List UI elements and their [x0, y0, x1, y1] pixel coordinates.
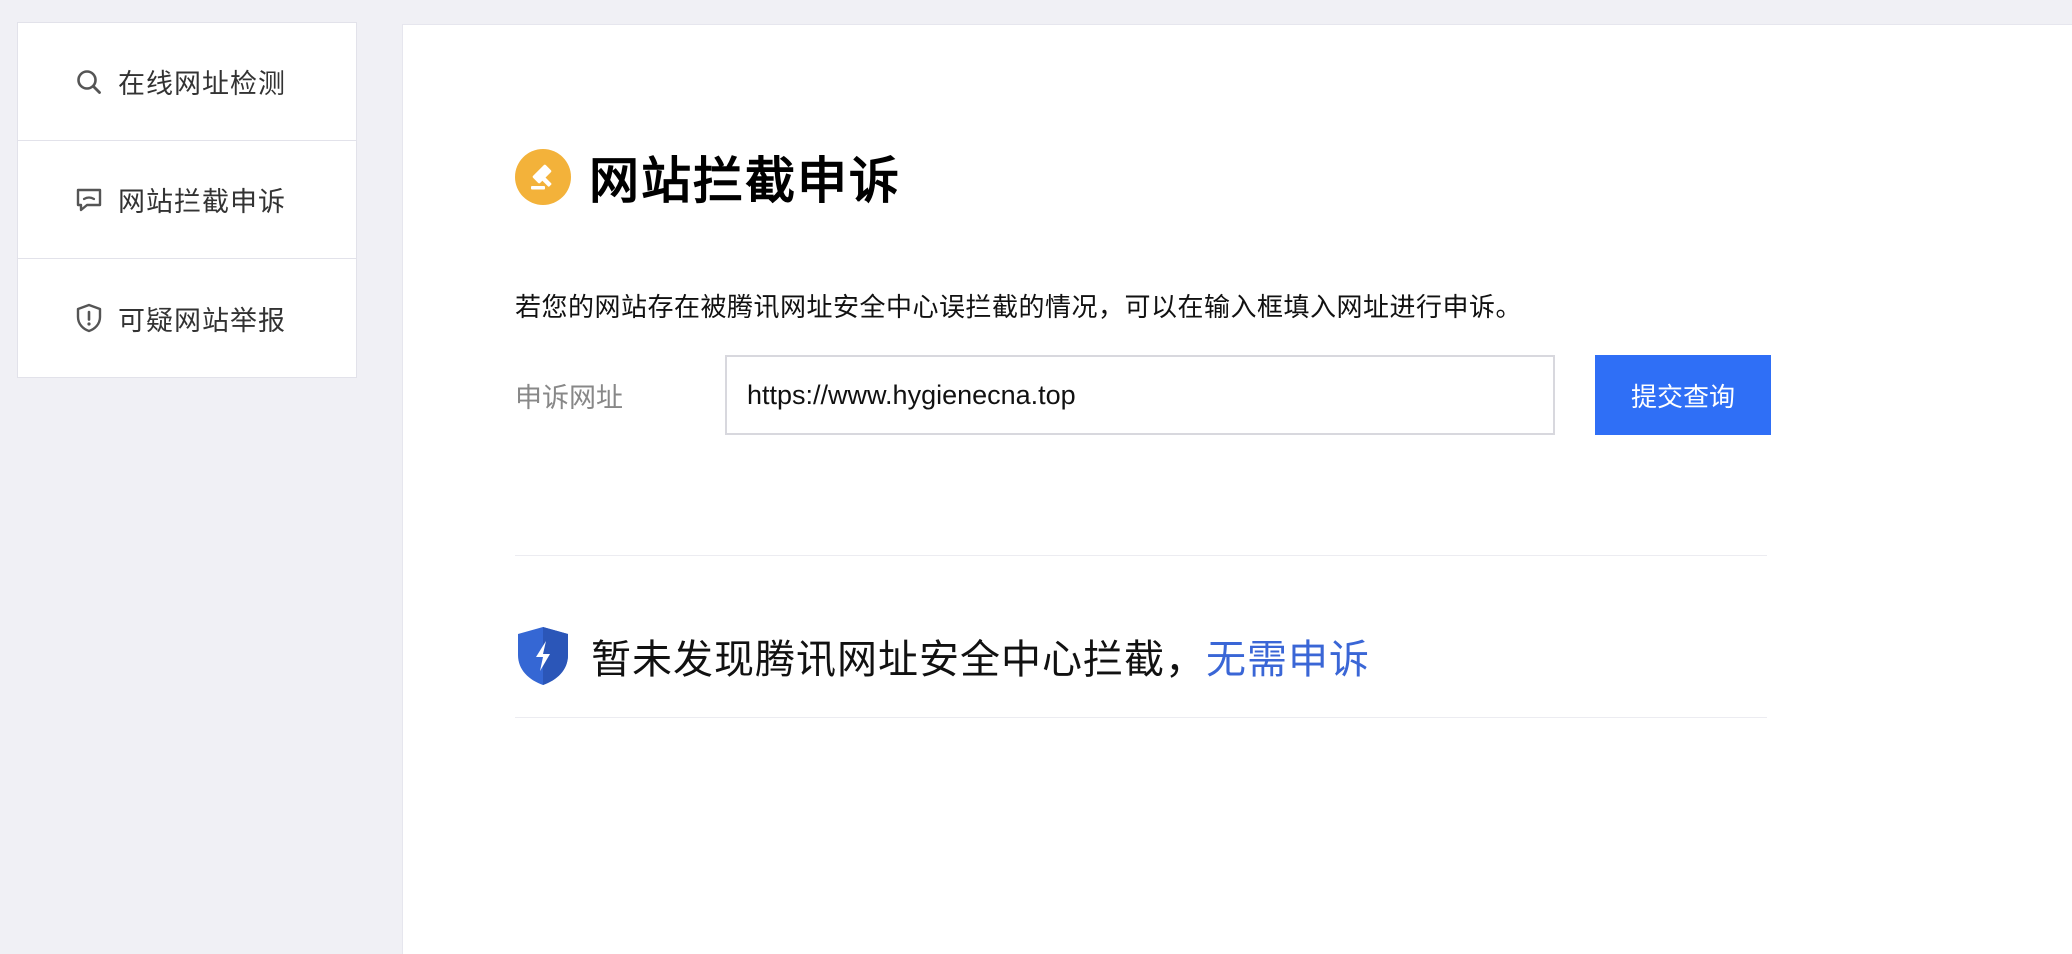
divider: [515, 555, 1767, 556]
sidebar-item-report[interactable]: 可疑网站举报: [18, 259, 356, 377]
sidebar-item-url-check[interactable]: 在线网址检测: [18, 23, 356, 141]
chat-bubble-icon: [72, 183, 106, 217]
sidebar-item-label: 在线网址检测: [118, 69, 286, 100]
main-panel: 网站拦截申诉 若您的网站存在被腾讯网址安全中心误拦截的情况，可以在输入框填入网址…: [402, 24, 2072, 954]
shield-alert-icon: [72, 301, 106, 335]
sidebar-item-label: 可疑网站举报: [118, 305, 286, 337]
page-title: 网站拦截申诉: [589, 152, 901, 210]
submit-query-button[interactable]: 提交查询: [1595, 355, 1771, 435]
appeal-form: 申诉网址 提交查询: [515, 355, 1771, 435]
appeal-url-input[interactable]: [725, 355, 1555, 435]
result-message: 暂未发现腾讯网址安全中心拦截， 无需申诉: [515, 625, 1370, 687]
sidebar-nav: 在线网址检测 网站拦截申诉 可疑网站举报: [17, 22, 357, 378]
sidebar-item-label: 网站拦截申诉: [118, 187, 286, 218]
search-icon: [72, 65, 106, 99]
page-header: 网站拦截申诉: [515, 141, 901, 213]
page-description: 若您的网站存在被腾讯网址安全中心误拦截的情况，可以在输入框填入网址进行申诉。: [515, 293, 1523, 323]
no-appeal-needed-link[interactable]: 无需申诉: [1206, 627, 1370, 685]
result-text: 暂未发现腾讯网址安全中心拦截，: [591, 637, 1206, 683]
sidebar-item-appeal[interactable]: 网站拦截申诉: [18, 141, 356, 259]
url-field-label: 申诉网址: [515, 382, 623, 414]
divider: [515, 717, 1767, 718]
shield-bolt-icon: [515, 625, 571, 687]
gavel-icon: [515, 149, 571, 205]
